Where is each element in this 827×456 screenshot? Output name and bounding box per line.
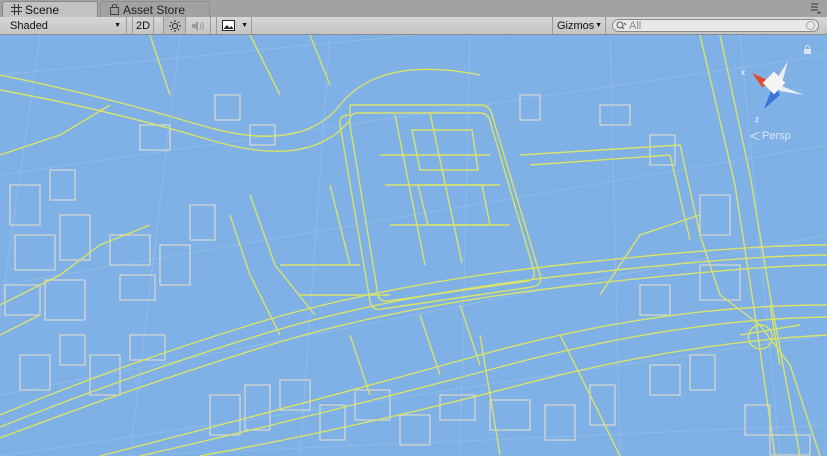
gizmos-label: Gizmos (557, 19, 595, 32)
tab-asset-store-label: Asset Store (123, 2, 186, 17)
draw-mode-dropdown[interactable]: Shaded ▼ (4, 17, 127, 34)
2d-mode-button[interactable]: 2D (132, 17, 154, 34)
scene-toolbar: Shaded ▼ 2D ▼ Gizmos ▼ (0, 17, 827, 35)
search-clear-icon[interactable] (806, 21, 815, 30)
lock-icon[interactable] (803, 45, 812, 54)
tab-asset-store[interactable]: Asset Store (100, 1, 210, 17)
gizmo-axis-x: x (741, 68, 745, 77)
tab-scene[interactable]: Scene (2, 1, 98, 17)
hierarchy-search[interactable] (612, 19, 819, 32)
projection-toggle[interactable]: Persp (750, 130, 791, 142)
scene-lighting-button[interactable] (163, 17, 186, 34)
sun-icon (168, 19, 181, 32)
dropdown-arrow-icon: ▼ (595, 22, 602, 29)
tab-menu-icon[interactable] (807, 3, 821, 15)
scene-audio-button[interactable] (186, 17, 211, 34)
orientation-gizmo-icon[interactable]: x z (738, 55, 810, 135)
search-icon (616, 21, 627, 30)
image-icon (222, 20, 235, 31)
dropdown-arrow-icon: ▼ (114, 22, 121, 29)
editor-tab-bar: Scene Asset Store (0, 0, 827, 18)
tab-scene-label: Scene (25, 2, 60, 17)
perspective-icon (750, 132, 760, 140)
store-bag-icon (110, 4, 119, 15)
scene-effects-dropdown[interactable]: ▼ (216, 17, 252, 34)
draw-mode-label: Shaded (10, 19, 48, 32)
gizmo-axis-z: z (755, 115, 759, 124)
2d-mode-label: 2D (135, 19, 151, 32)
gizmos-dropdown[interactable]: Gizmos ▼ (552, 17, 606, 34)
search-input[interactable] (629, 20, 804, 31)
grid-icon (11, 4, 22, 15)
scene-map-render (0, 35, 827, 456)
speaker-icon (192, 20, 204, 31)
scene-viewport[interactable]: x z Persp (0, 35, 827, 456)
projection-label: Persp (762, 130, 791, 142)
dropdown-arrow-icon: ▼ (241, 22, 248, 29)
